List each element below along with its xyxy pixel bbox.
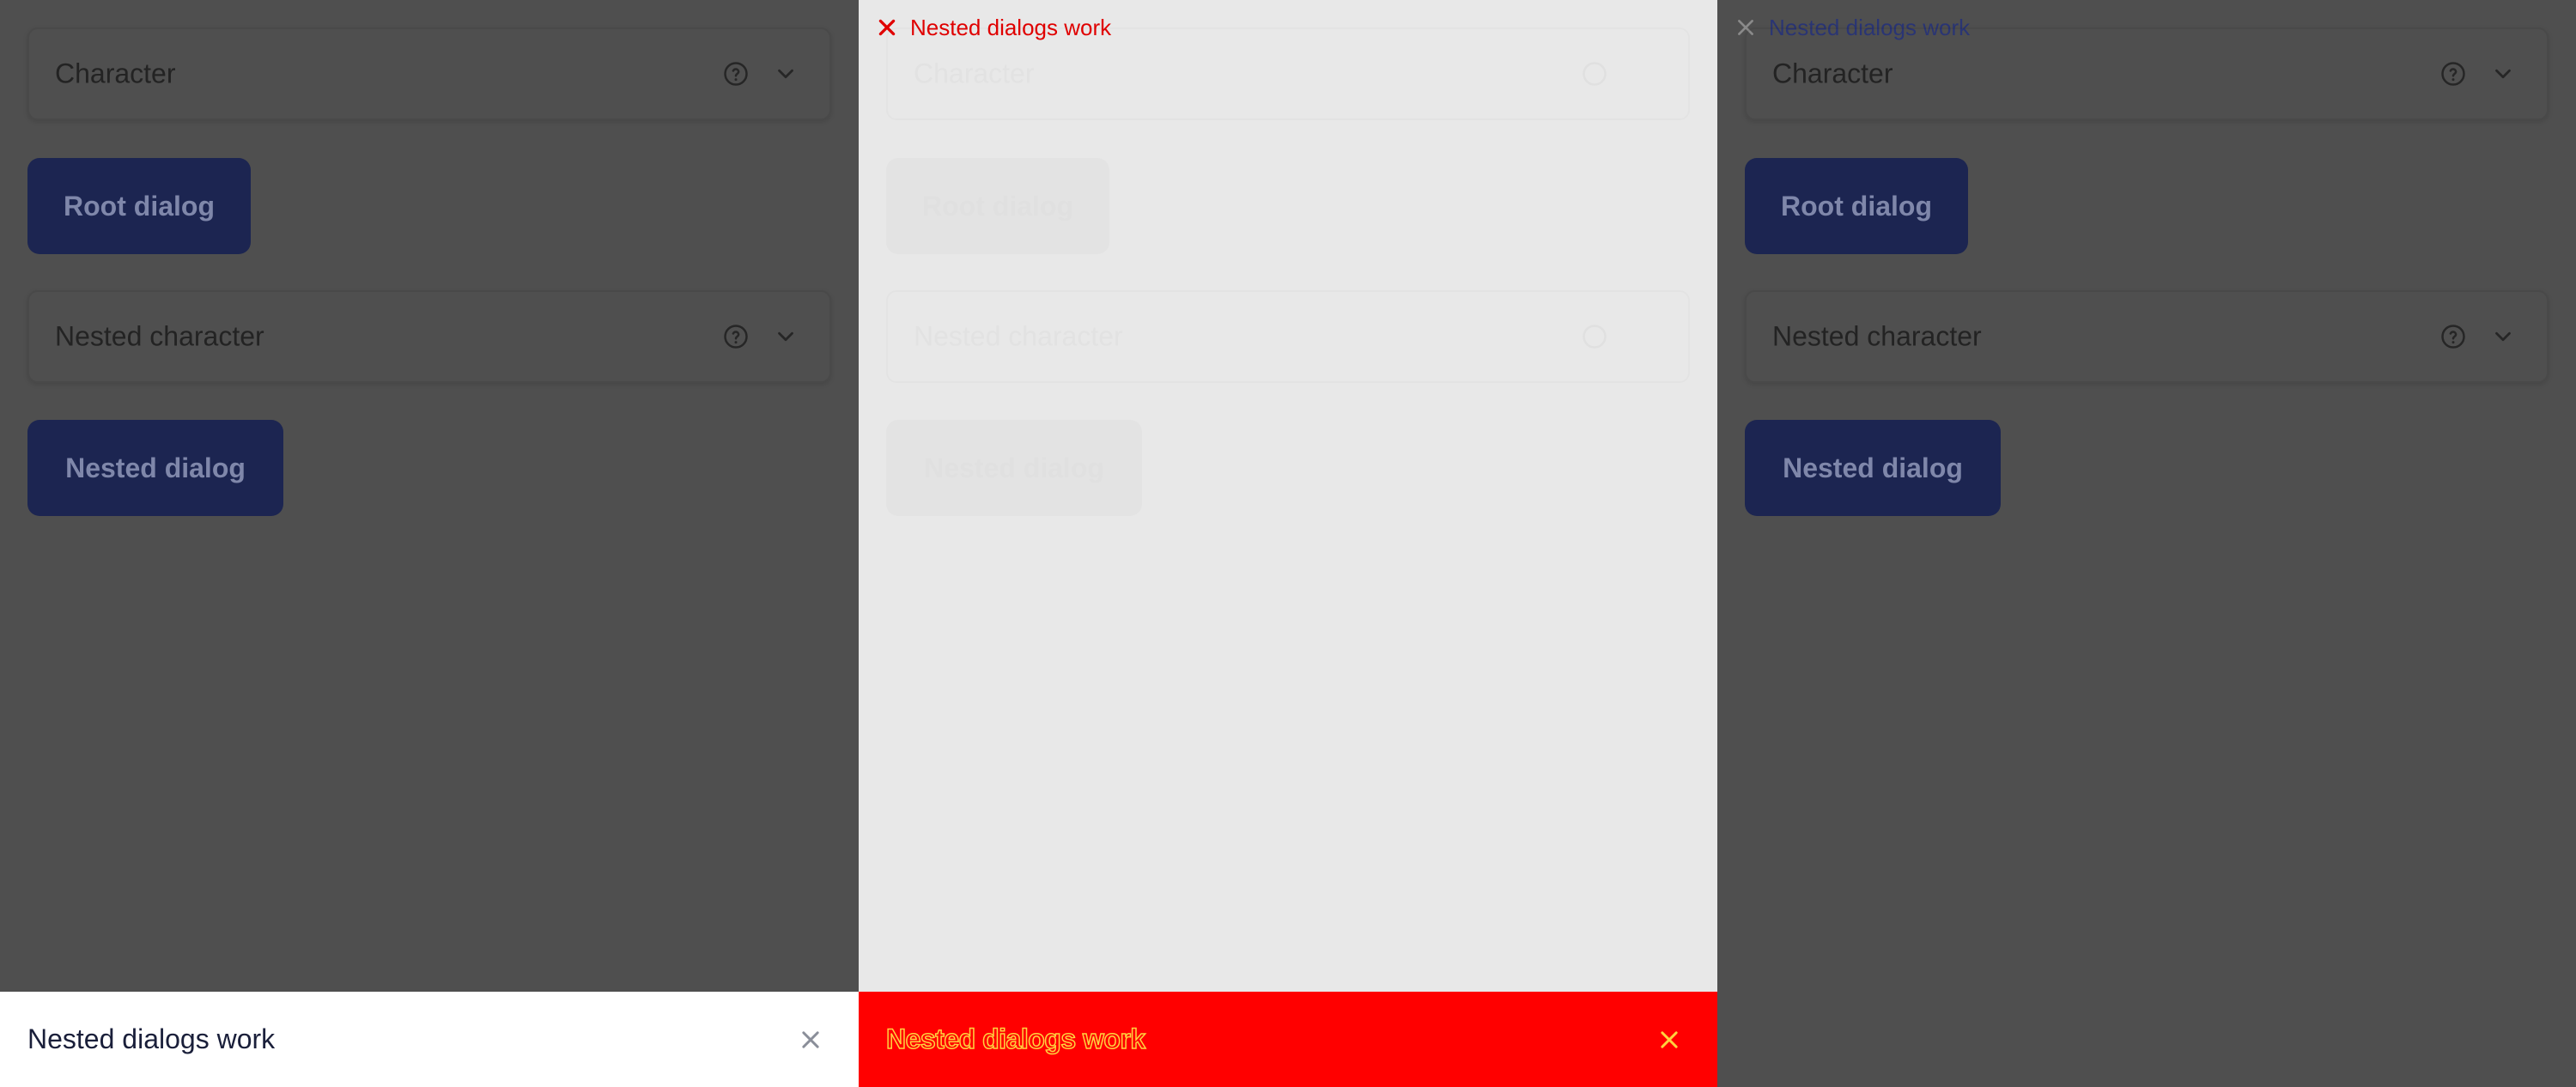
help-circle-icon[interactable] <box>723 61 749 87</box>
chevron-down-icon[interactable] <box>773 61 799 87</box>
nested-dialog-button[interactable]: Nested dialog <box>886 420 1142 516</box>
toast-text: Nested dialogs work <box>27 1023 276 1054</box>
close-icon[interactable] <box>799 1028 823 1052</box>
character-select[interactable]: Character <box>886 27 1690 120</box>
character-select-label: Character <box>55 58 176 89</box>
nested-character-select-label: Nested character <box>914 320 1123 352</box>
root-dialog-button[interactable]: Root dialog <box>27 158 251 254</box>
chevron-down-icon[interactable] <box>2490 61 2516 87</box>
nested-character-select-label: Nested character <box>1772 320 1982 352</box>
help-circle-icon[interactable] <box>723 324 749 349</box>
close-icon[interactable] <box>1657 1028 1681 1052</box>
nested-character-select[interactable]: Nested character <box>1745 290 2549 383</box>
nested-character-select[interactable]: Nested character <box>886 290 1690 383</box>
toast-notification: Nested dialogs work <box>0 992 859 1087</box>
help-circle-icon[interactable] <box>1582 324 1607 349</box>
chevron-down-icon[interactable] <box>773 324 799 349</box>
left-panel: Character Root dialog Nested character N… <box>0 0 859 1087</box>
help-circle-icon[interactable] <box>1582 61 1607 87</box>
root-dialog-button[interactable]: Root dialog <box>1745 158 1968 254</box>
character-select-label: Character <box>914 58 1035 89</box>
nested-character-select[interactable]: Nested character <box>27 290 831 383</box>
help-circle-icon[interactable] <box>2440 324 2466 349</box>
character-select-label: Character <box>1772 58 1893 89</box>
root-dialog-button[interactable]: Root dialog <box>886 158 1109 254</box>
right-panel: Nested dialogs work Character Root dialo… <box>1717 0 2576 1087</box>
nested-dialog-button[interactable]: Nested dialog <box>1745 420 2001 516</box>
toast-text: Nested dialogs work <box>885 1023 1146 1055</box>
middle-panel: Nested dialogs work Character Root dialo… <box>859 0 1717 1087</box>
character-select[interactable]: Character <box>27 27 831 120</box>
toast-notification-red: Nested dialogs work <box>859 992 1717 1087</box>
chevron-down-icon[interactable] <box>2490 324 2516 349</box>
character-select[interactable]: Character <box>1745 27 2549 120</box>
nested-dialog-button[interactable]: Nested dialog <box>27 420 283 516</box>
nested-character-select-label: Nested character <box>55 320 264 352</box>
help-circle-icon[interactable] <box>2440 61 2466 87</box>
